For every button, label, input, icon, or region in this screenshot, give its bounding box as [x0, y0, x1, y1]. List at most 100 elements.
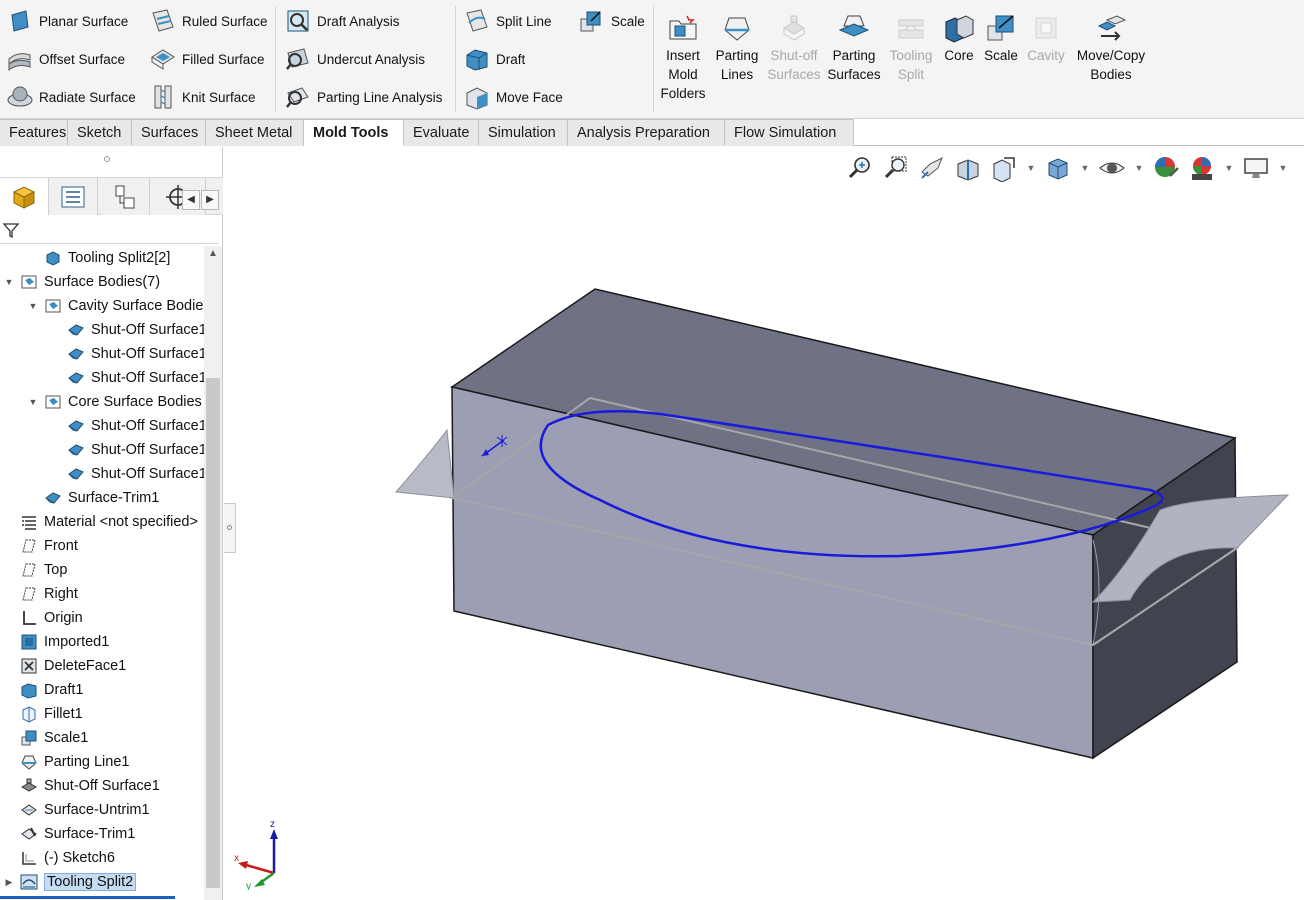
- tree-item[interactable]: Right: [20, 582, 78, 606]
- ribbon-separator: [653, 6, 654, 112]
- hide-show-dropdown[interactable]: ▼: [1130, 151, 1148, 185]
- tree-item[interactable]: Shut-Off Surface1: [67, 366, 204, 390]
- previous-view-button[interactable]: [914, 151, 950, 185]
- panel-splitter[interactable]: [224, 503, 236, 553]
- insert-mold-folders-button[interactable]: Insert Mold Folders: [660, 12, 706, 103]
- shut-off-surfaces-button[interactable]: Shut-off Surfaces: [765, 12, 823, 84]
- tree-item[interactable]: Tooling Split2[2]: [44, 246, 170, 270]
- view-orientation-dropdown[interactable]: ▼: [1022, 151, 1040, 185]
- tree-item[interactable]: ▼ Core Surface Bodies: [29, 390, 202, 414]
- expand-arrow-icon[interactable]: ▶: [4, 877, 14, 887]
- filled-surface-button[interactable]: Filled Surface: [149, 42, 265, 76]
- tree-item[interactable]: Origin: [20, 606, 83, 630]
- tab-scroll-left-button[interactable]: ◀: [182, 190, 200, 210]
- parting-surfaces-button[interactable]: Parting Surfaces: [827, 12, 881, 84]
- draft-button[interactable]: Draft: [463, 42, 525, 76]
- parting-lines-button[interactable]: Parting Lines: [713, 12, 761, 84]
- tree-item[interactable]: ▼ Cavity Surface Bodies: [29, 294, 204, 318]
- collapse-arrow-icon[interactable]: ▼: [4, 277, 14, 287]
- display-style-button[interactable]: [1040, 151, 1076, 185]
- scroll-thumb[interactable]: [206, 378, 220, 888]
- tab-features[interactable]: Features: [0, 119, 68, 146]
- view-orientation-button[interactable]: [986, 151, 1022, 185]
- tree-item[interactable]: Parting Line1: [20, 750, 129, 774]
- tree-item[interactable]: ▼ Surface Bodies(7): [5, 270, 161, 294]
- tab-sheet-metal[interactable]: Sheet Metal: [206, 119, 304, 146]
- tree-item[interactable]: Shut-Off Surface1: [67, 462, 204, 486]
- graphics-area[interactable]: [236, 147, 1304, 900]
- display-style-dropdown[interactable]: ▼: [1076, 151, 1094, 185]
- tree-item[interactable]: Fillet1: [20, 702, 83, 726]
- tree-item[interactable]: Surface-Trim1: [20, 822, 135, 846]
- tree-item[interactable]: Imported1: [20, 630, 109, 654]
- surface-folder-icon: [45, 395, 61, 409]
- tree-item[interactable]: Shut-Off Surface1: [67, 342, 204, 366]
- tree-scrollbar[interactable]: ▲: [204, 246, 222, 900]
- tree-item[interactable]: Scale1: [20, 726, 88, 750]
- tab-flow-simulation[interactable]: Flow Simulation: [725, 119, 854, 146]
- edit-appearance-button[interactable]: [1148, 151, 1184, 185]
- zoom-to-area-button[interactable]: [878, 151, 914, 185]
- tree-item-label: (-) Sketch6: [44, 850, 115, 866]
- move-copy-bodies-button[interactable]: Move/Copy Bodies: [1073, 12, 1149, 84]
- move-face-button[interactable]: Move Face: [463, 80, 563, 114]
- cavity-button[interactable]: Cavity: [1024, 12, 1068, 65]
- property-manager-tab[interactable]: [49, 178, 98, 215]
- command-tabs: Features Sketch Surfaces Sheet Metal Mol…: [0, 119, 1304, 146]
- panel-grip[interactable]: [104, 156, 110, 162]
- tree-item[interactable]: Front: [20, 534, 78, 558]
- collapse-arrow-icon[interactable]: ▼: [28, 301, 38, 311]
- tree-item[interactable]: Top: [20, 558, 67, 582]
- scale-small-button[interactable]: Scale: [578, 4, 645, 38]
- tab-evaluate[interactable]: Evaluate: [404, 119, 479, 146]
- origin-icon: [23, 611, 36, 625]
- tree-item[interactable]: Surface-Trim1: [44, 486, 159, 510]
- draft-analysis-button[interactable]: Draft Analysis: [284, 4, 400, 38]
- parting-line-analysis-button[interactable]: Parting Line Analysis: [284, 80, 442, 114]
- tab-simulation[interactable]: Simulation: [479, 119, 568, 146]
- core-button[interactable]: Core: [941, 12, 977, 65]
- radiate-surface-button[interactable]: Radiate Surface: [6, 80, 136, 114]
- tree-item[interactable]: Surface-Untrim1: [20, 798, 150, 822]
- triad-x-label: x: [234, 853, 239, 864]
- tree-item[interactable]: Shut-Off Surface1: [67, 414, 204, 438]
- tab-scroll-right-button[interactable]: ▶: [201, 190, 219, 210]
- apply-scene-button[interactable]: [1184, 151, 1220, 185]
- tree-item[interactable]: Draft1: [20, 678, 84, 702]
- view-settings-button[interactable]: [1238, 151, 1274, 185]
- tree-horizontal-scrollbar[interactable]: [0, 896, 175, 899]
- section-view-button[interactable]: [950, 151, 986, 185]
- tree-item[interactable]: Shut-Off Surface1: [67, 318, 204, 342]
- undercut-analysis-button[interactable]: Undercut Analysis: [284, 42, 425, 76]
- offset-surface-button[interactable]: Offset Surface: [6, 42, 125, 76]
- collapse-arrow-icon[interactable]: ▼: [28, 397, 38, 407]
- tree-item-label: Fillet1: [44, 706, 83, 722]
- tab-sketch[interactable]: Sketch: [68, 119, 132, 146]
- knit-surface-button[interactable]: Knit Surface: [149, 80, 256, 114]
- configuration-manager-tab[interactable]: [101, 178, 150, 215]
- split-line-button[interactable]: Split Line: [463, 4, 552, 38]
- tree-filter[interactable]: [0, 216, 218, 244]
- tree-item[interactable]: DeleteFace1: [20, 654, 126, 678]
- tree-item[interactable]: (-) Sketch6: [20, 846, 115, 870]
- tree-item[interactable]: Shut-Off Surface1: [20, 774, 160, 798]
- view-settings-dropdown[interactable]: ▼: [1274, 151, 1292, 185]
- zoom-to-fit-button[interactable]: [842, 151, 878, 185]
- feature-tree: Tooling Split2[2] ▼ Surface Bodies(7) ▼ Cavi…: [0, 246, 204, 900]
- hide-show-items-button[interactable]: [1094, 151, 1130, 185]
- tab-analysis-preparation[interactable]: Analysis Preparation: [568, 119, 725, 146]
- scroll-up-icon[interactable]: ▲: [208, 248, 218, 259]
- planar-surface-button[interactable]: Planar Surface: [6, 4, 128, 38]
- scale-icon: [580, 11, 601, 32]
- tree-item[interactable]: ▶ Tooling Split2: [6, 870, 137, 894]
- ruled-surface-button[interactable]: Ruled Surface: [149, 4, 268, 38]
- tab-surfaces[interactable]: Surfaces: [132, 119, 206, 146]
- feature-manager-tab[interactable]: [0, 178, 49, 215]
- apply-scene-dropdown[interactable]: ▼: [1220, 151, 1238, 185]
- tree-item[interactable]: Shut-Off Surface1: [67, 438, 204, 462]
- tooling-split-button[interactable]: Tooling Split: [886, 12, 936, 84]
- tree-item[interactable]: Material <not specified>: [20, 510, 198, 534]
- scale-large-button[interactable]: Scale: [983, 12, 1019, 65]
- tree-item-label: Shut-Off Surface1: [91, 322, 204, 338]
- tab-mold-tools[interactable]: Mold Tools: [304, 119, 404, 146]
